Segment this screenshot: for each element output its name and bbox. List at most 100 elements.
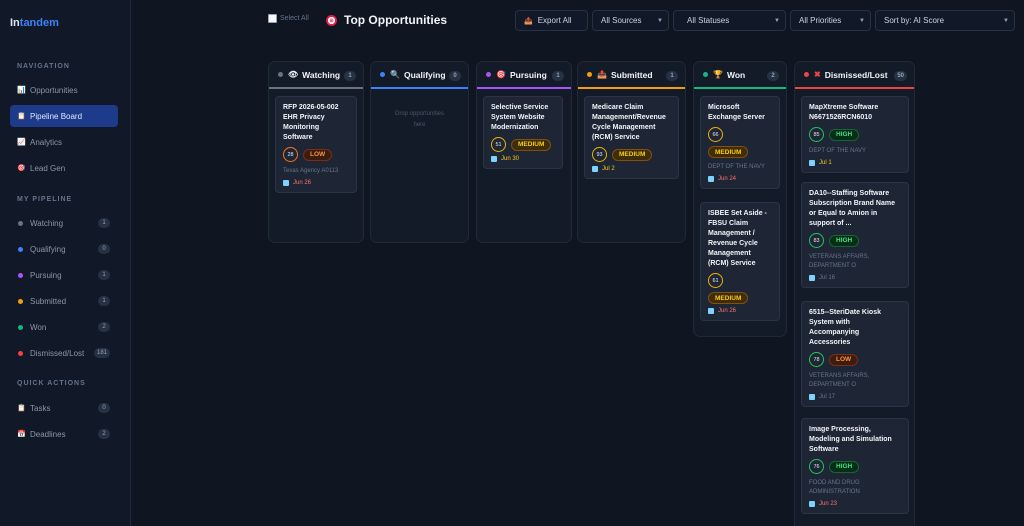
count-badge: 0 bbox=[98, 403, 110, 413]
opportunity-card[interactable]: Selective Service System Website Moderni… bbox=[483, 96, 563, 169]
card-agency: DEPT OF THE NAVY bbox=[809, 148, 867, 154]
quick-actions-heading: QUICK ACTIONS bbox=[17, 380, 86, 387]
sort-select[interactable]: Sort by: AI Score ▼ bbox=[875, 10, 1015, 31]
column-pursuing[interactable]: 🎯 Pursuing 1 Selective Service System Webs… bbox=[476, 61, 572, 243]
eye-icon: 👁 bbox=[288, 70, 299, 79]
sidebar: Intandem NAVIGATION 📊 Opportunities 📋 Pipe… bbox=[0, 0, 131, 526]
card-due: Jun 30 bbox=[491, 156, 555, 162]
sources-select[interactable]: All Sources ▼ bbox=[592, 10, 669, 31]
calendar-icon bbox=[809, 275, 815, 281]
column-header: 🎯 Pursuing 1 bbox=[477, 62, 571, 89]
card-due: Jul 17 bbox=[809, 394, 901, 400]
target-icon bbox=[326, 14, 337, 26]
card-due: Jun 26 bbox=[708, 308, 772, 314]
sidebar-item-opportunities[interactable]: 📊 Opportunities bbox=[10, 79, 118, 101]
column-watching[interactable]: 👁 Watching 1 RFP 2026-05-002 EHR Privacy M… bbox=[268, 61, 364, 243]
status-dot bbox=[380, 72, 385, 77]
select-all-checkbox[interactable]: Select All bbox=[268, 14, 309, 23]
score-badge: 78 bbox=[809, 352, 824, 367]
score-badge: 93 bbox=[592, 147, 607, 162]
count-badge: 1 bbox=[98, 296, 110, 306]
card-title: Selective Service System Website Moderni… bbox=[491, 104, 549, 131]
column-header: 📤 Submitted 1 bbox=[578, 62, 685, 89]
card-due: Jul 16 bbox=[809, 275, 901, 281]
sidebar-item-won[interactable]: Won 2 bbox=[10, 316, 118, 338]
sidebar-item-deadlines[interactable]: 📅 Deadlines 2 bbox=[10, 423, 118, 445]
score-badge: 85 bbox=[809, 127, 824, 142]
card-due: Jul 2 bbox=[592, 166, 671, 172]
count-badge: 181 bbox=[93, 348, 110, 358]
sidebar-item-qualifying[interactable]: Qualifying 0 bbox=[10, 238, 118, 260]
score-badge: 51 bbox=[491, 137, 506, 152]
priority-badge: LOW bbox=[303, 148, 333, 161]
export-all-button[interactable]: 📤 Export All bbox=[515, 10, 588, 31]
sidebar-item-submitted[interactable]: Submitted 1 bbox=[10, 290, 118, 312]
sidebar-item-pipeline-board[interactable]: 📋 Pipeline Board bbox=[10, 105, 118, 127]
opportunity-card[interactable]: Medicare Claim Management/Revenue Cycle … bbox=[584, 96, 679, 179]
opportunity-card[interactable]: ISBEE Set Aside - FBSU Claim Management … bbox=[700, 202, 780, 321]
pipeline-heading: MY PIPELINE bbox=[17, 196, 73, 203]
column-header: 🔍 Qualifying 0 bbox=[371, 62, 468, 89]
card-title: Medicare Claim Management/Revenue Cycle … bbox=[592, 104, 666, 141]
status-dot bbox=[18, 298, 23, 304]
sidebar-item-dismissed-lost[interactable]: Dismissed/Lost 181 bbox=[10, 342, 118, 364]
status-dot bbox=[278, 72, 283, 77]
count-badge: 2 bbox=[767, 71, 779, 81]
priority-badge: HIGH bbox=[829, 460, 860, 473]
opportunity-card[interactable]: Image Processing, Modeling and Simulatio… bbox=[801, 418, 909, 514]
status-dot bbox=[18, 350, 23, 356]
calendar-icon bbox=[809, 501, 815, 507]
column-submitted[interactable]: 📤 Submitted 1 Medicare Claim Management/Re… bbox=[577, 61, 686, 243]
column-won[interactable]: 🏆 Won 2 Microsoft Exchange Server 66 MEDIU… bbox=[693, 61, 787, 337]
sidebar-item-analytics[interactable]: 📈 Analytics bbox=[10, 131, 118, 153]
inbox-icon: 📤 bbox=[597, 70, 607, 79]
clipboard-icon: 📋 bbox=[17, 113, 26, 120]
status-dot bbox=[18, 272, 23, 278]
score-badge: 28 bbox=[283, 147, 298, 162]
column-qualifying[interactable]: 🔍 Qualifying 0 Drop opportunities here bbox=[370, 61, 469, 243]
priority-badge: HIGH bbox=[829, 234, 860, 247]
priorities-select[interactable]: All Priorities ▼ bbox=[790, 10, 871, 31]
calendar-icon bbox=[809, 394, 815, 400]
count-badge: 2 bbox=[98, 429, 110, 439]
priority-badge: MEDIUM bbox=[511, 138, 552, 151]
count-badge: 1 bbox=[98, 218, 110, 228]
sidebar-item-watching[interactable]: Watching 1 bbox=[10, 212, 118, 234]
card-agency: DEPT OF THE NAVY bbox=[708, 164, 766, 170]
status-dot bbox=[486, 72, 491, 77]
statuses-select[interactable]: All Statuses ▼ bbox=[673, 10, 786, 31]
opportunity-card[interactable]: RFP 2026-05-002 EHR Privacy Monitoring S… bbox=[275, 96, 357, 193]
checkbox-icon[interactable] bbox=[268, 14, 277, 23]
column-header: 👁 Watching 1 bbox=[269, 62, 363, 89]
calendar-icon bbox=[708, 308, 714, 314]
priority-badge: LOW bbox=[829, 353, 859, 366]
opportunity-card[interactable]: 6515--SteriDate Kiosk System with Accomp… bbox=[801, 301, 909, 407]
calendar-icon bbox=[491, 156, 497, 162]
sidebar-item-tasks[interactable]: 📋 Tasks 0 bbox=[10, 397, 118, 419]
sidebar-item-lead-gen[interactable]: 🎯 Lead Gen bbox=[10, 157, 118, 179]
priority-badge: HIGH bbox=[829, 128, 860, 141]
count-badge: 1 bbox=[552, 71, 564, 81]
priority-badge: MEDIUM bbox=[612, 148, 653, 161]
card-agency: VETERANS AFFAIRS, DEPARTMENT O bbox=[809, 254, 870, 269]
chevron-down-icon: ▼ bbox=[859, 17, 865, 24]
opportunity-card[interactable]: MapXtreme Software N6671526RCN6010 85 HIG… bbox=[801, 96, 909, 173]
status-dot bbox=[587, 72, 592, 77]
card-title: Microsoft Exchange Server bbox=[708, 104, 765, 121]
sidebar-item-pursuing[interactable]: Pursuing 1 bbox=[10, 264, 118, 286]
count-badge: 0 bbox=[98, 244, 110, 254]
drop-zone-hint: Drop opportunities here bbox=[394, 111, 445, 128]
app-logo[interactable]: Intandem bbox=[10, 17, 59, 29]
opportunity-card[interactable]: Microsoft Exchange Server 66 MEDIUM DEPT… bbox=[700, 96, 780, 189]
count-badge: 1 bbox=[98, 270, 110, 280]
status-dot bbox=[804, 72, 809, 77]
card-title: 6515--SteriDate Kiosk System with Accomp… bbox=[809, 309, 881, 346]
score-badge: 76 bbox=[809, 459, 824, 474]
calendar-icon bbox=[708, 176, 714, 182]
chevron-down-icon: ▼ bbox=[1003, 17, 1009, 24]
trend-icon: 📈 bbox=[17, 139, 26, 146]
card-title: MapXtreme Software N6671526RCN6010 bbox=[809, 104, 879, 121]
opportunity-card[interactable]: DA10--Staffing Software Subscription Bra… bbox=[801, 182, 909, 288]
card-title: RFP 2026-05-002 EHR Privacy Monitoring S… bbox=[283, 104, 339, 141]
column-dismissed-lost[interactable]: ✖ Dismissed/Lost 50 MapXtreme Software N66… bbox=[794, 61, 915, 526]
